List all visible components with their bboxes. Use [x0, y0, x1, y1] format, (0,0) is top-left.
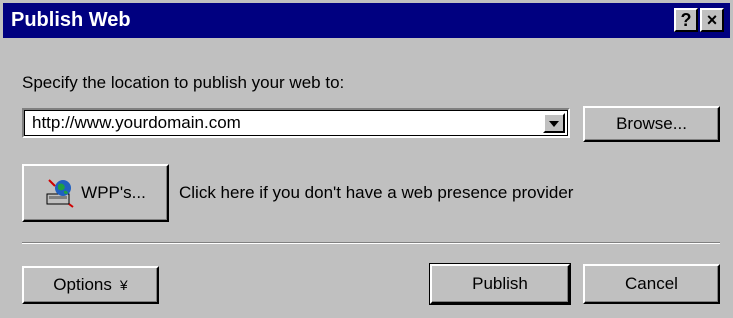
- close-button[interactable]: ×: [700, 8, 724, 32]
- browse-label: Browse...: [616, 114, 687, 133]
- chevron-down-icon: ¥: [119, 277, 128, 293]
- publish-label: Publish: [472, 274, 528, 293]
- help-button[interactable]: ?: [674, 8, 698, 32]
- publish-button[interactable]: Publish: [429, 263, 571, 305]
- options-button[interactable]: Options ¥: [22, 266, 159, 304]
- window-title: Publish Web: [11, 9, 131, 31]
- globe-computer-icon: [46, 179, 74, 208]
- wpp-label: WPP's...: [81, 183, 146, 202]
- location-input[interactable]: http://www.yourdomain.com: [32, 113, 241, 133]
- cancel-label: Cancel: [625, 274, 678, 293]
- location-label: Specify the location to publish your web…: [22, 73, 345, 92]
- options-label: Options: [53, 275, 112, 294]
- close-icon: ×: [706, 10, 718, 30]
- wpp-button[interactable]: WPP's...: [22, 164, 169, 222]
- browse-button[interactable]: Browse...: [583, 106, 720, 142]
- help-icon: ?: [680, 10, 692, 30]
- cancel-button[interactable]: Cancel: [583, 264, 720, 304]
- title-bar[interactable]: Publish Web ? ×: [3, 3, 730, 38]
- divider-highlight: [22, 243, 720, 244]
- publish-web-dialog: Publish Web ? × Specify the location to …: [0, 0, 733, 318]
- chevron-down-icon[interactable]: [543, 113, 565, 133]
- wpp-description: Click here if you don't have a web prese…: [179, 183, 574, 202]
- location-combobox[interactable]: http://www.yourdomain.com: [22, 108, 570, 138]
